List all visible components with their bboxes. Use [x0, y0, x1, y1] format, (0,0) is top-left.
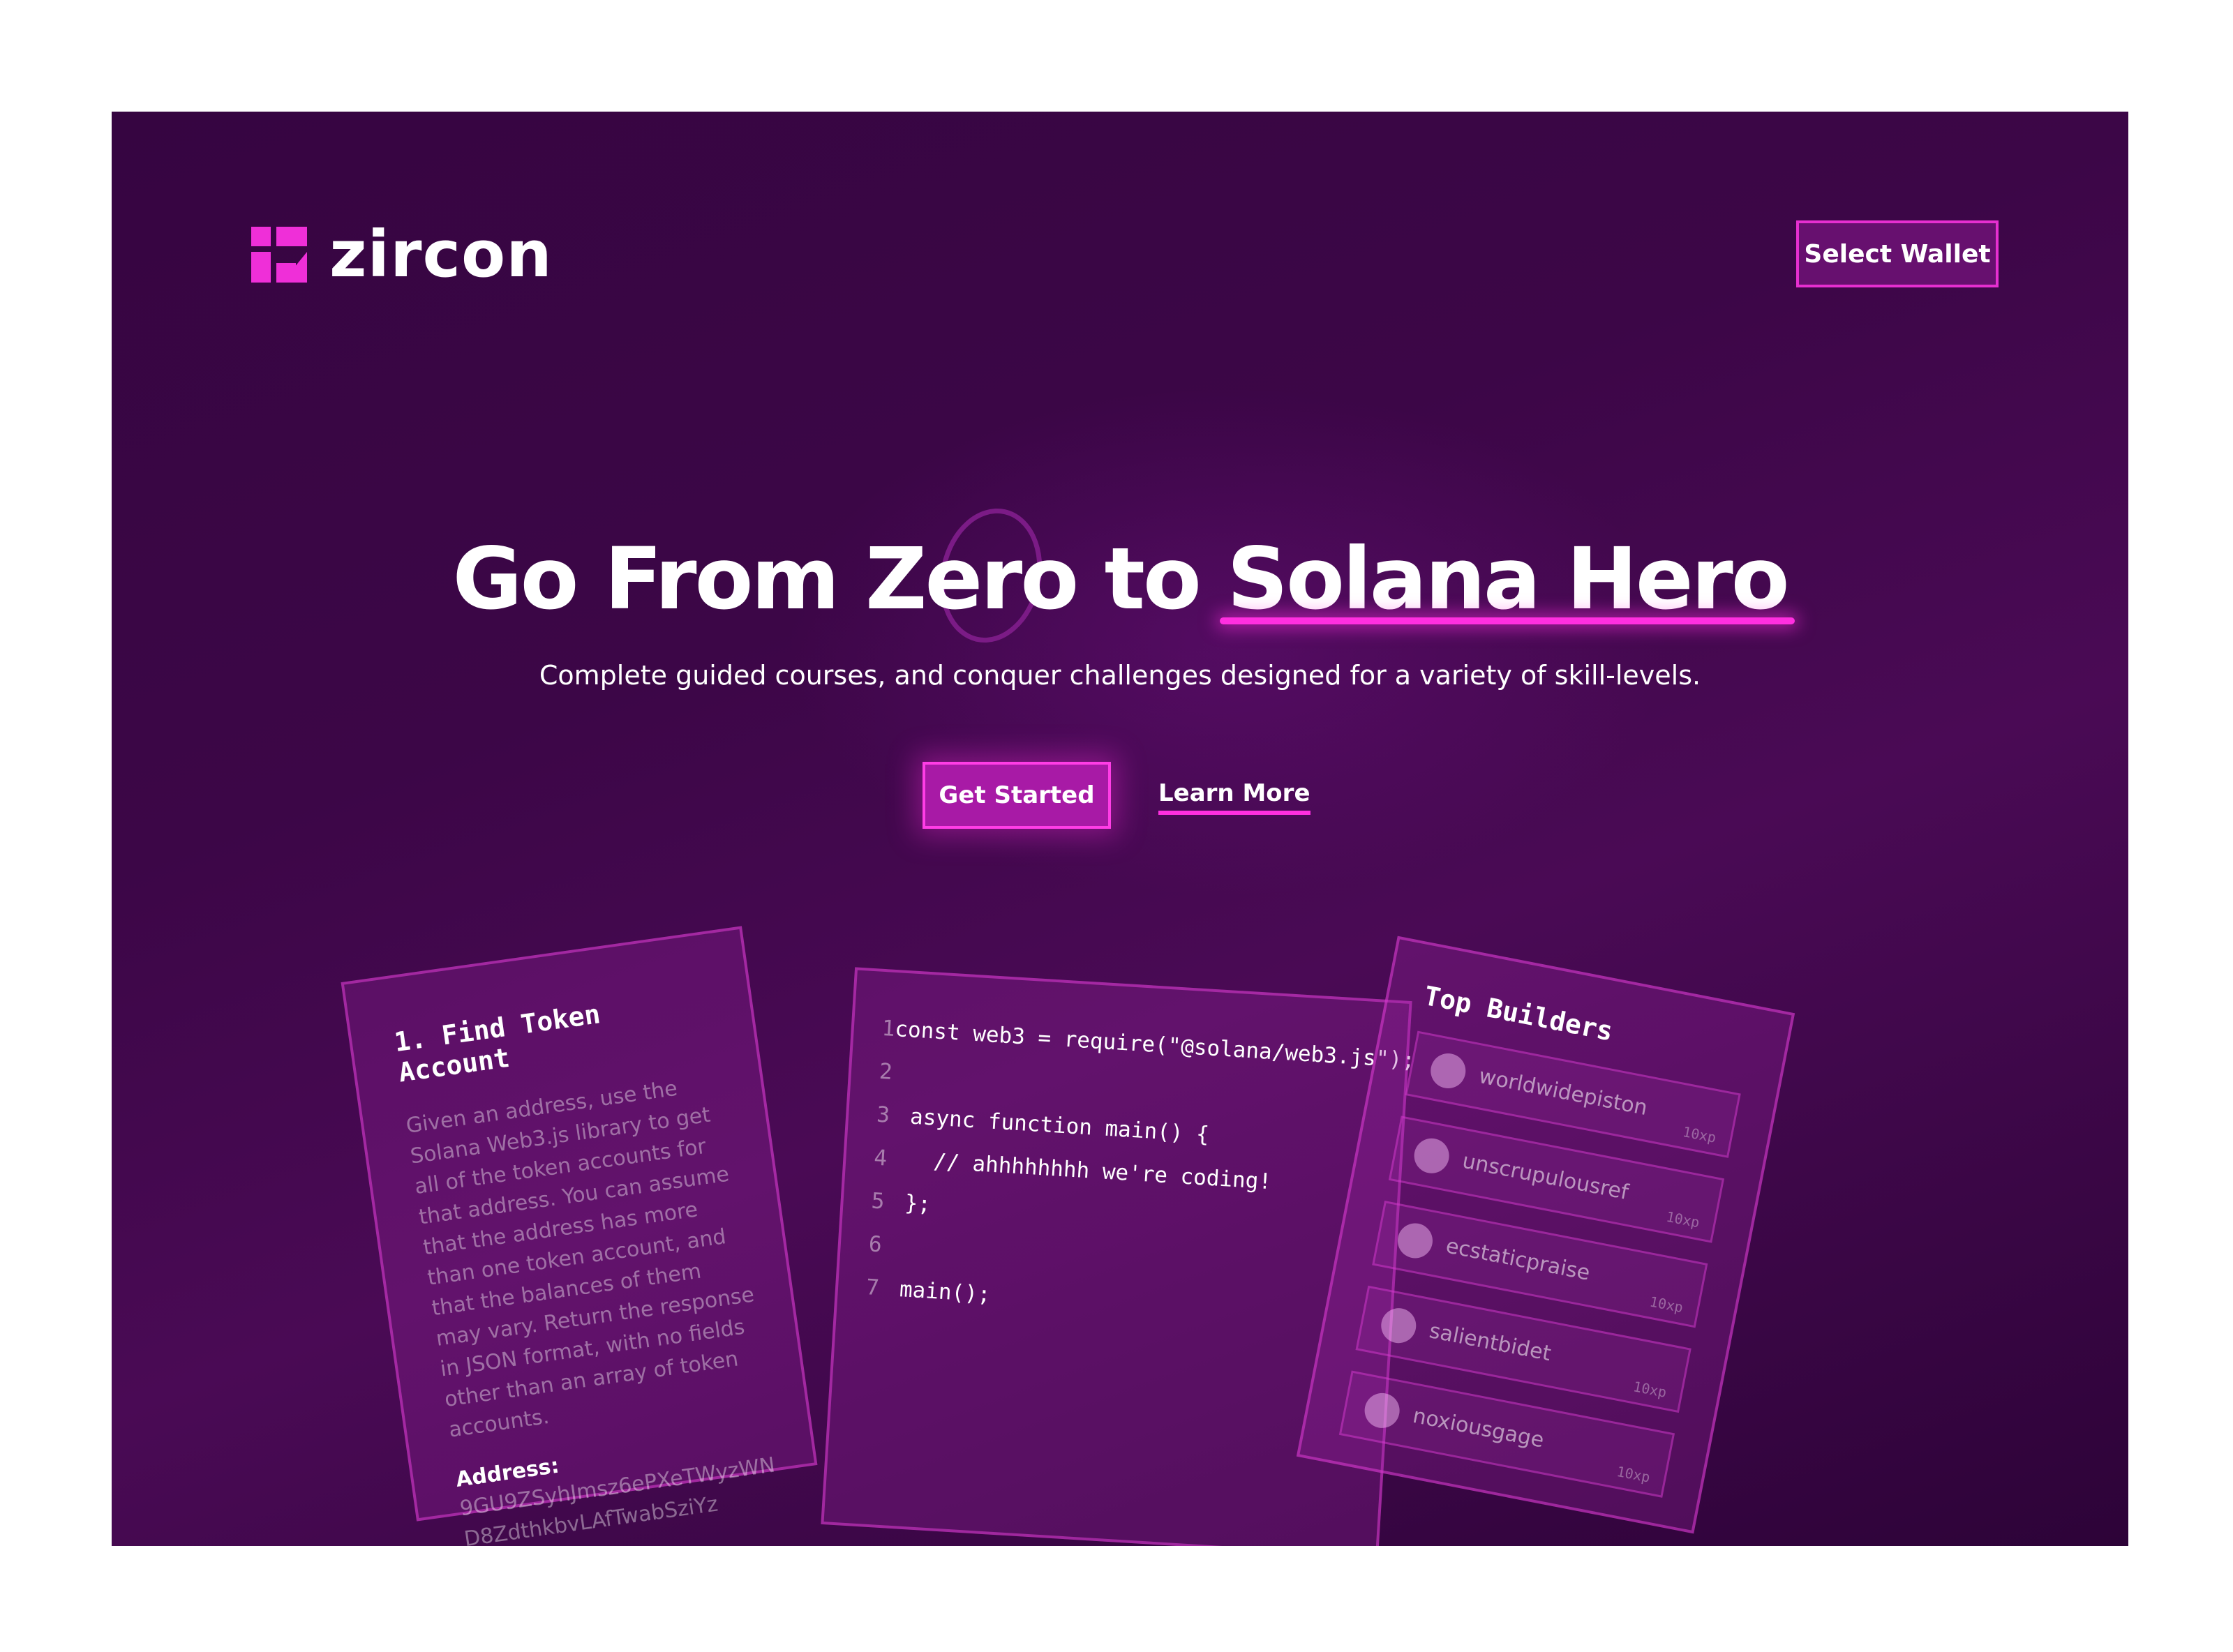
builder-xp: 10xp: [1664, 1208, 1701, 1231]
headline-text: Go From Zero to: [452, 530, 1227, 629]
hero-headline: Go From Zero to Solana Hero: [112, 520, 2128, 638]
hero-subhead: Complete guided courses, and conquer cha…: [539, 660, 1701, 691]
builder-xp: 10xp: [1615, 1462, 1652, 1486]
avatar: [1377, 1305, 1419, 1346]
logo[interactable]: zircon: [251, 217, 553, 292]
builder-name: worldwidepiston: [1477, 1063, 1650, 1121]
landing-page: zircon Select Wallet Go From Zero to Sol…: [112, 112, 2128, 1546]
avatar: [1361, 1390, 1403, 1432]
line-number: 3: [876, 1102, 891, 1128]
code-text: main();: [898, 1277, 992, 1308]
logo-text: zircon: [329, 217, 553, 292]
builder-name: noxiousgage: [1410, 1403, 1546, 1453]
builder-name: unscrupulousref: [1460, 1148, 1631, 1206]
avatar: [1411, 1135, 1452, 1177]
avatar: [1427, 1050, 1469, 1092]
builder-xp: 10xp: [1681, 1123, 1718, 1146]
code-text: };: [904, 1190, 932, 1217]
builder-name: ecstaticpraise: [1444, 1233, 1592, 1286]
line-number: 2: [879, 1058, 893, 1085]
avatar: [1394, 1220, 1436, 1261]
select-wallet-button[interactable]: Select Wallet: [1796, 220, 1999, 287]
builder-name: salientbidet: [1427, 1319, 1553, 1367]
zircon-logo-icon: [251, 227, 307, 283]
builder-xp: 10xp: [1631, 1378, 1668, 1401]
line-number: 5: [870, 1188, 886, 1215]
line-number: 7: [865, 1275, 880, 1301]
builder-xp: 10xp: [1648, 1293, 1685, 1316]
challenge-description: Given an address, use the Solana Web3.js…: [404, 1076, 756, 1443]
line-number: 6: [867, 1231, 883, 1258]
challenge-card: 1. Find Token Account Given an address, …: [341, 926, 818, 1546]
learn-more-link[interactable]: Learn More: [1158, 776, 1310, 815]
get-started-button[interactable]: Get Started: [923, 762, 1111, 829]
challenge-title: 1. Find Token Account: [392, 998, 602, 1088]
headline-highlight: Solana Hero: [1220, 520, 1795, 638]
line-number: 4: [873, 1145, 888, 1171]
